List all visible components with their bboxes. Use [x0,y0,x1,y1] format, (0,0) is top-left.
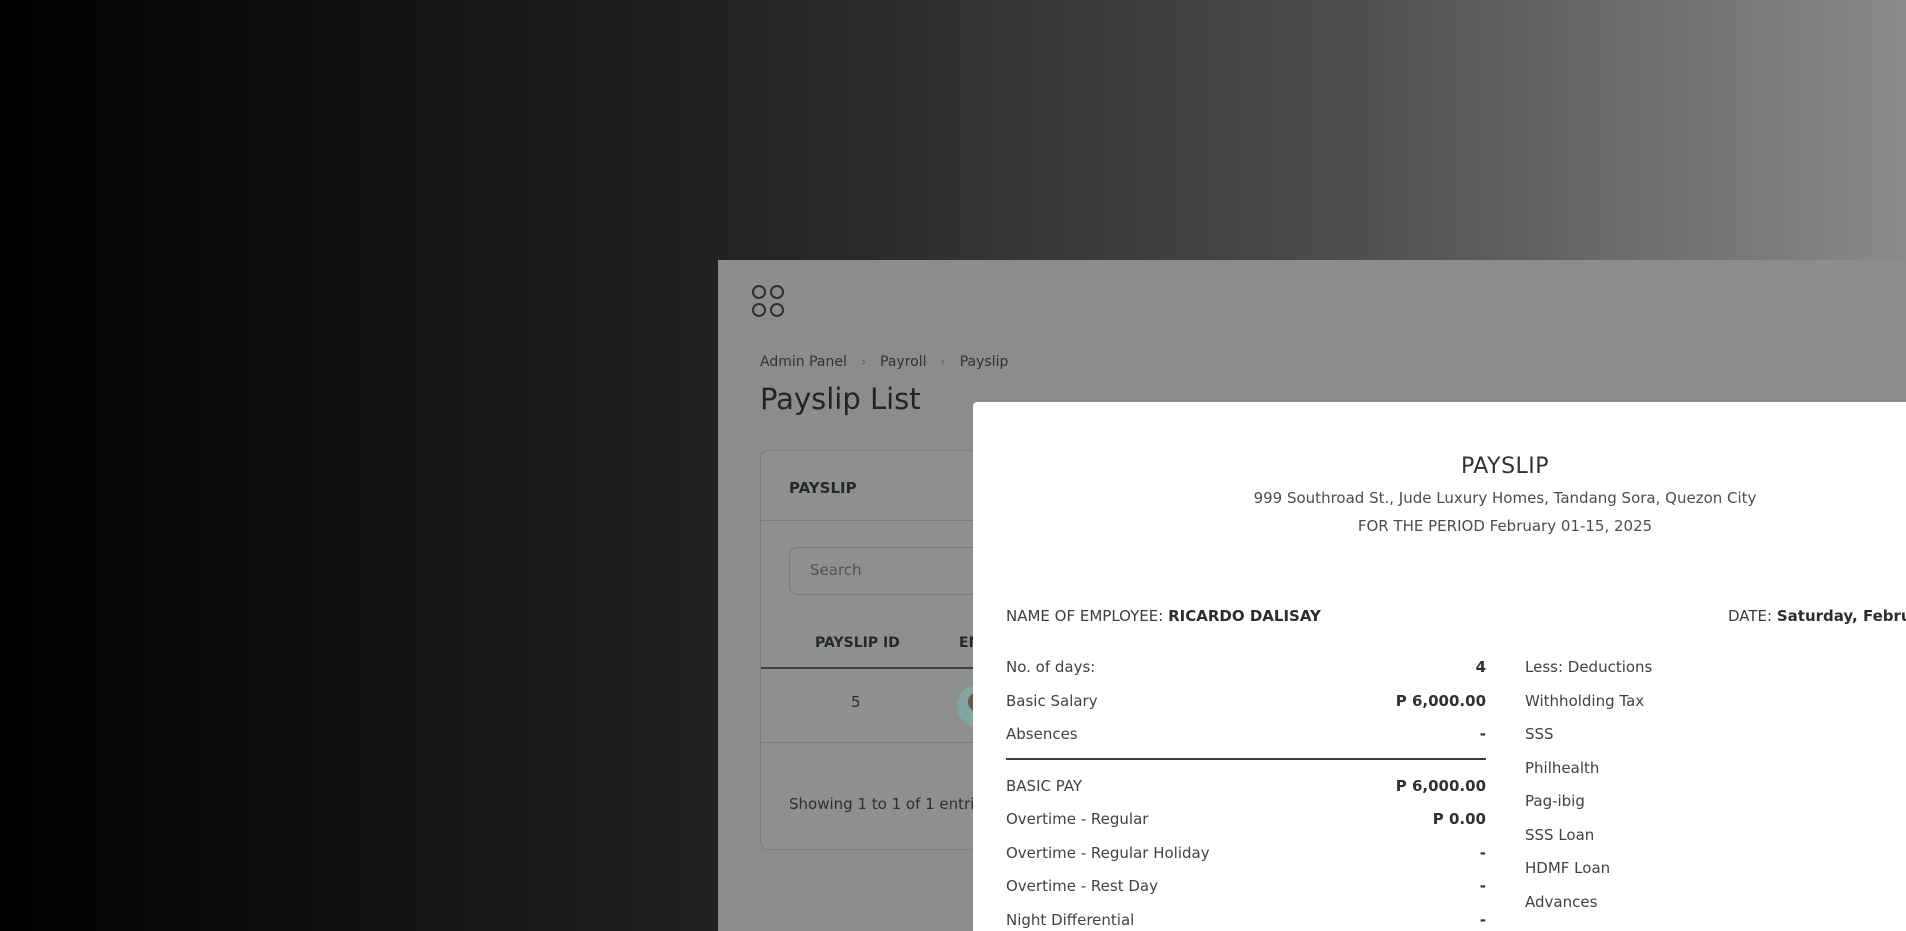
earning-value: - [1479,725,1486,743]
earning-value: - [1479,843,1486,862]
column-header-payslip-id[interactable]: PAYSLIP ID [815,635,900,651]
earning-value: - [1479,877,1486,895]
deductions-section: Less: Deductions Withholding Tax SSS Phi… [1525,651,1652,919]
payslip-date: DATE: Saturday, Febru [1728,607,1906,625]
date-value: Saturday, Febru [1776,607,1906,625]
divider [1006,757,1486,760]
earning-label: Absences [1006,725,1078,743]
earning-value: P 0.00 [1432,810,1486,828]
chevron-right-icon: › [860,354,867,370]
earnings-section: No. of days: 4 Basic Salary P 6,000.00 A… [1006,651,1486,931]
breadcrumb-payslip: Payslip [959,354,1009,370]
deduction-label: SSS Loan [1525,825,1595,844]
deduction-label: Less: Deductions [1525,658,1653,676]
earning-label: Overtime - Rest Day [1006,877,1158,895]
company-address: 999 Southroad St., Jude Luxury Homes, Ta… [1253,489,1757,507]
page-title: Payslip List [760,382,921,416]
earning-label: BASIC PAY [1006,776,1083,795]
grid-menu-icon[interactable] [752,285,786,319]
deduction-label: Pag-ibig [1525,792,1585,810]
deduction-label: HDMF Loan [1525,859,1611,877]
date-label: DATE: [1728,607,1773,625]
employee-name-label: NAME OF EMPLOYEE: [1006,607,1164,625]
employee-name: NAME OF EMPLOYEE: RICARDO DALISAY [1006,607,1321,625]
deduction-label: Philhealth [1525,758,1600,777]
payslip-modal: PAYSLIP 999 Southroad St., Jude Luxury H… [973,402,1906,931]
earning-row: Basic Salary P 6,000.00 [1006,685,1486,719]
earning-value: P 6,000.00 [1395,776,1486,795]
entries-info: Showing 1 to 1 of 1 entrie [789,795,984,813]
earning-value: - [1479,910,1486,929]
deduction-label: Withholding Tax [1525,691,1645,710]
earning-row: Absences - [1006,718,1486,752]
chevron-right-icon: › [940,354,946,370]
breadcrumb: Admin Panel › Payroll › Payslip [760,354,1008,370]
earning-value: P 6,000.00 [1395,691,1486,710]
earning-value: 4 [1475,658,1486,676]
earning-label: Overtime - Regular Holiday [1006,843,1210,862]
breadcrumb-payroll[interactable]: Payroll [880,354,926,370]
breadcrumb-admin-panel[interactable]: Admin Panel [760,354,847,370]
earning-row: Overtime - Rest Day - [1006,870,1486,904]
payslip-period: FOR THE PERIOD February 01-15, 2025 [1357,517,1653,535]
deduction-label: Advances [1525,892,1598,911]
earning-row: BASIC PAY P 6,000.00 [1006,770,1486,804]
earning-row: Night Differential - [1006,904,1486,931]
earning-label: Overtime - Regular [1006,810,1149,828]
deduction-label: SSS [1525,725,1554,743]
earning-label: Night Differential [1006,910,1135,929]
earning-row: No. of days: 4 [1006,651,1486,685]
earning-label: Basic Salary [1006,691,1098,710]
employee-name-value: RICARDO DALISAY [1168,607,1321,625]
payslip-id-cell: 5 [851,693,861,711]
earning-row: Overtime - Regular P 0.00 [1006,803,1486,837]
earning-label: No. of days: [1006,658,1096,676]
earning-row: Overtime - Regular Holiday - [1006,837,1486,871]
payslip-title: PAYSLIP [1460,454,1550,479]
